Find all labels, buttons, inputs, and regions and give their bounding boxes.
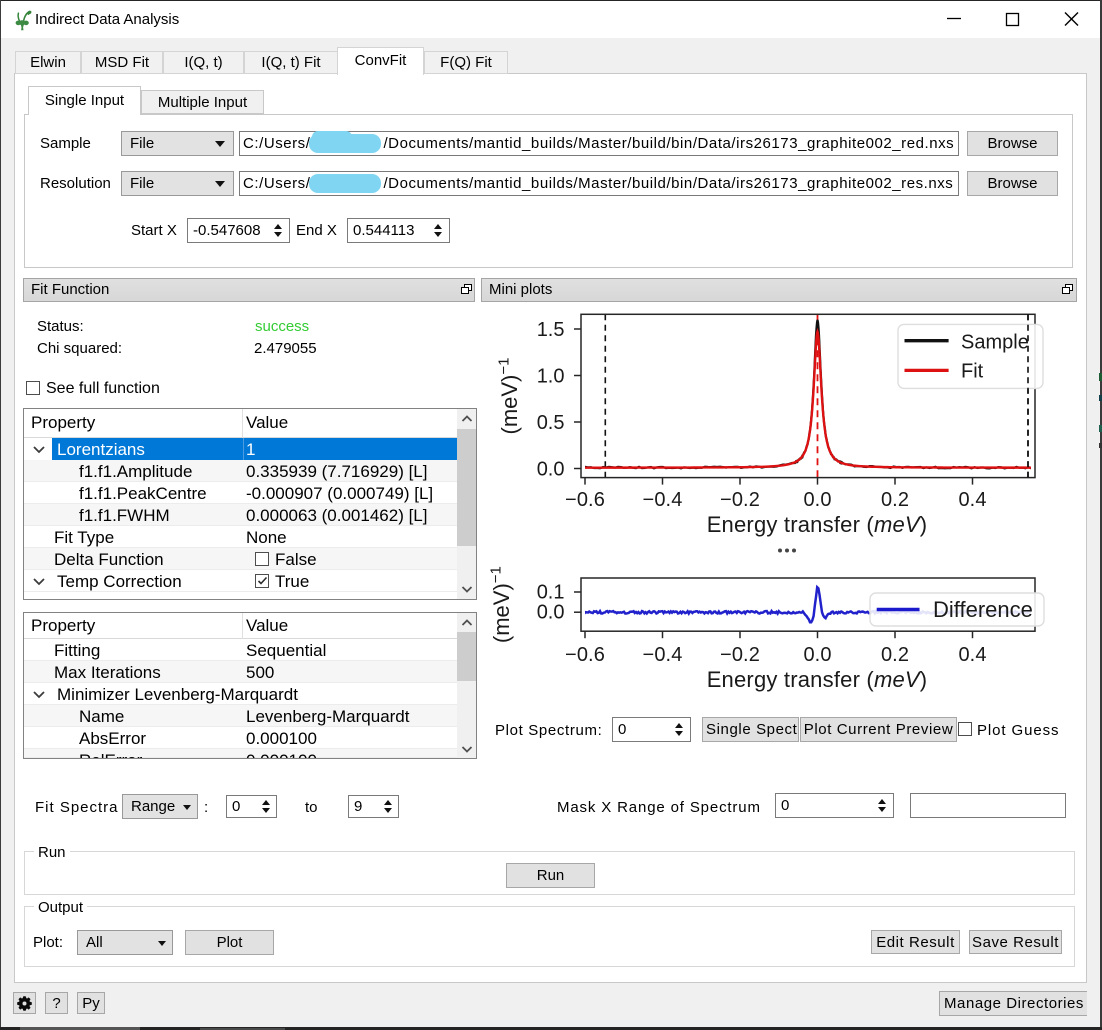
svg-text:−0.2: −0.2	[720, 644, 760, 666]
svg-text:−0.2: −0.2	[720, 489, 760, 511]
svg-text:Energy transfer (meV): Energy transfer (meV)	[707, 667, 928, 692]
svg-text:1.0: 1.0	[537, 366, 565, 388]
svg-text:−0.6: −0.6	[565, 489, 605, 511]
svg-text:0.4: 0.4	[958, 644, 986, 666]
svg-text:−0.4: −0.4	[643, 489, 683, 511]
svg-text:0.0: 0.0	[537, 602, 565, 624]
svg-text:0.4: 0.4	[958, 489, 986, 511]
svg-text:0.0: 0.0	[803, 644, 831, 666]
svg-text:(meV)−1: (meV)−1	[496, 358, 523, 435]
svg-text:0.0: 0.0	[537, 459, 565, 481]
svg-text:Energy transfer (meV): Energy transfer (meV)	[707, 512, 928, 537]
svg-text:Fit: Fit	[961, 361, 984, 383]
svg-text:Difference: Difference	[933, 597, 1033, 622]
svg-text:1.5: 1.5	[537, 319, 565, 341]
svg-text:0.2: 0.2	[881, 644, 909, 666]
svg-text:(meV)−1: (meV)−1	[488, 566, 515, 643]
svg-text:0.5: 0.5	[537, 412, 565, 434]
svg-text:Sample: Sample	[961, 331, 1029, 353]
svg-text:−0.6: −0.6	[565, 644, 605, 666]
svg-text:0.2: 0.2	[881, 489, 909, 511]
svg-text:0.0: 0.0	[803, 489, 831, 511]
svg-text:0.1: 0.1	[537, 582, 565, 604]
svg-text:−0.4: −0.4	[643, 644, 683, 666]
